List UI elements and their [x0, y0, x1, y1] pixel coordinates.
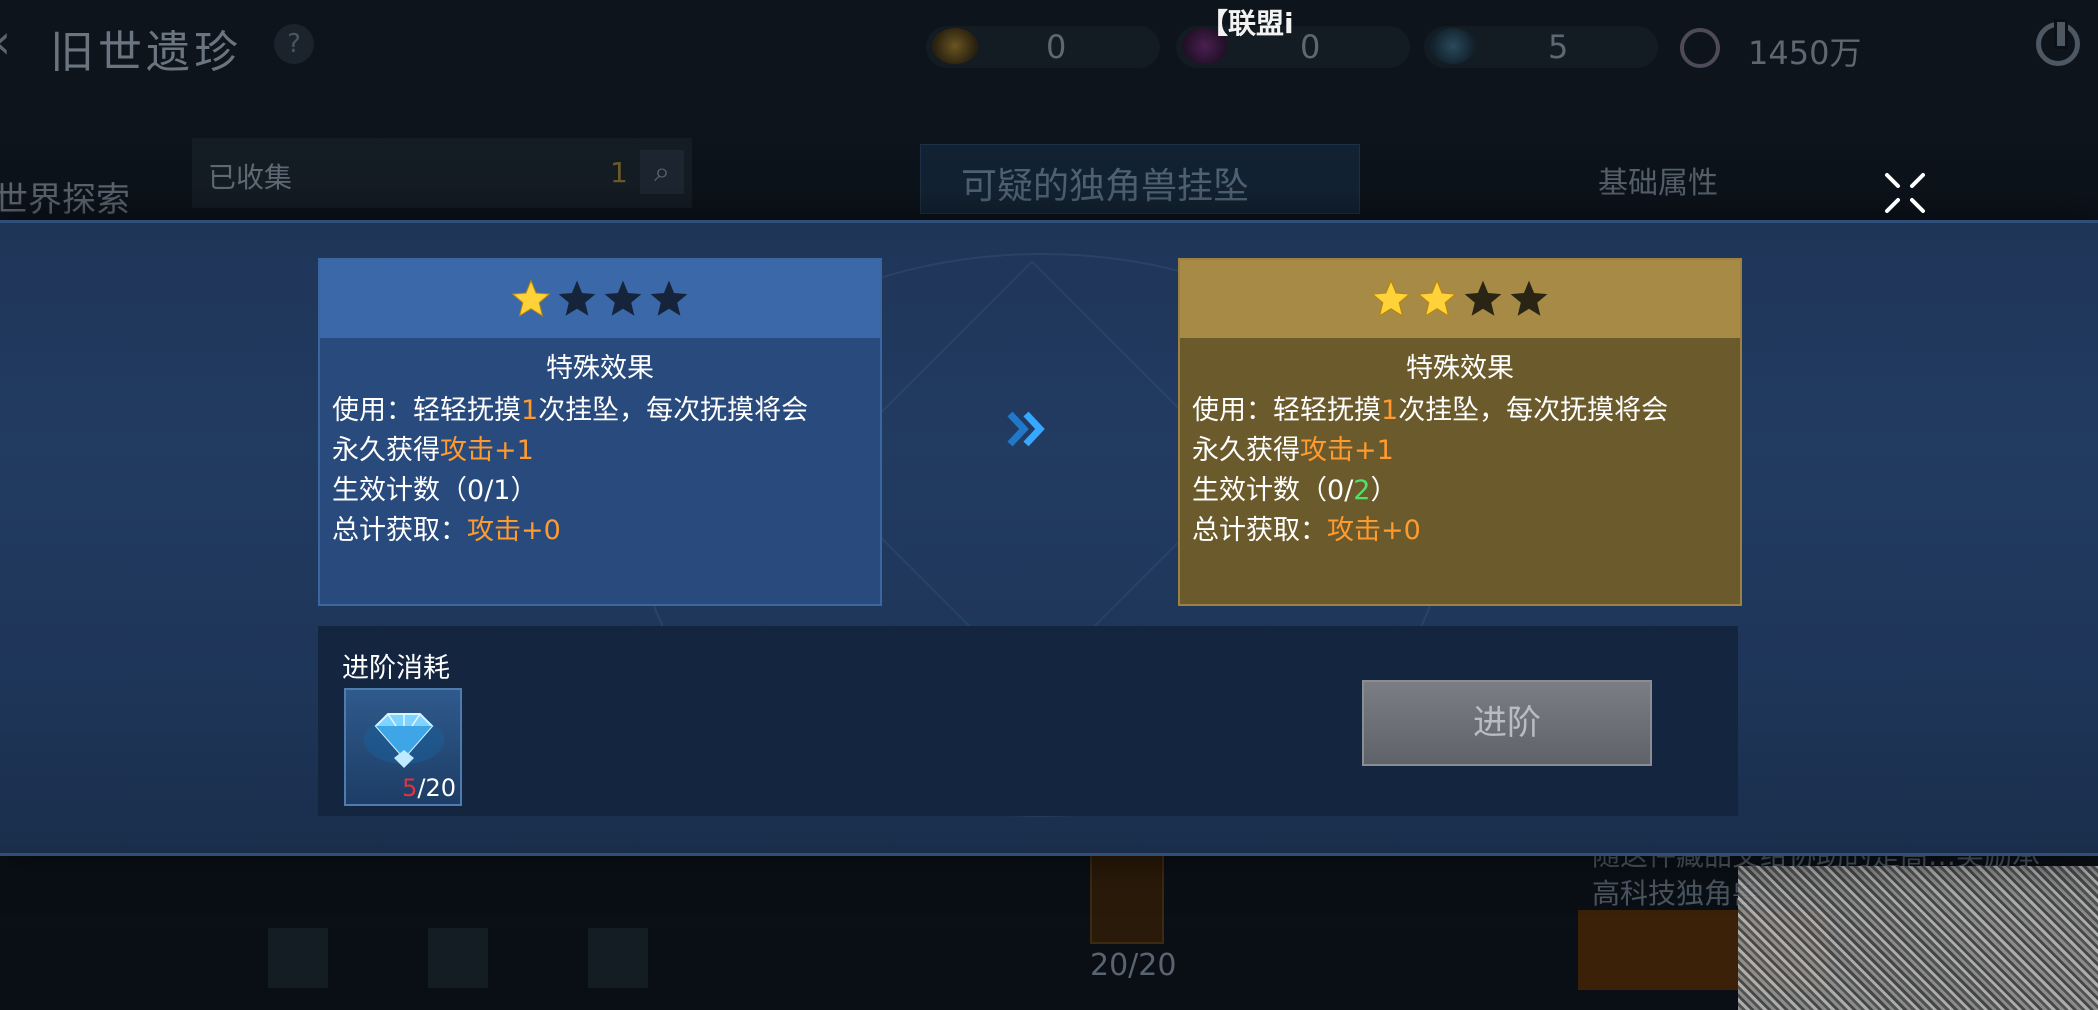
page-title: 旧世遗珍 [50, 27, 242, 78]
item-name: 可疑的独角兽挂坠 [961, 166, 1250, 207]
item-name-box: 可疑的独角兽挂坠 [920, 144, 1360, 214]
effect-total-line: 总计获取：攻击+0 [1192, 511, 1728, 551]
double-chevron-right-icon [1007, 411, 1045, 447]
star-empty-icon [604, 280, 642, 316]
effect-title: 特殊效果 [1406, 353, 1514, 384]
effect-perm-line: 永久获得攻击+1 [1192, 431, 1728, 471]
advance-cost-panel: 进阶消耗 5/20 进阶 [318, 626, 1738, 816]
star-empty-icon [558, 280, 596, 316]
effect-use-line: 使用：轻轻抚摸1次挂坠，每次抚摸将会 [332, 391, 868, 431]
marquee-text: 【联盟i [1200, 7, 1294, 40]
count-suffix: ） [510, 475, 538, 506]
use-prefix: 使用：轻轻抚摸 [1192, 395, 1381, 426]
star-filled-icon [1371, 279, 1411, 317]
collected-count: 1 [610, 156, 628, 189]
resource-purple-value: 0 [1300, 28, 1321, 66]
count-prefix: 生效计数（ [1192, 475, 1327, 506]
perm-prefix: 永久获得 [332, 435, 440, 466]
gem-material-icon [364, 713, 444, 768]
back-arrow-icon[interactable]: ‹ [0, 14, 11, 70]
material-need: /20 [417, 774, 456, 802]
star-rating [1180, 260, 1740, 338]
current-effect-card: 特殊效果 使用：轻轻抚摸1次挂坠，每次抚摸将会 永久获得攻击+1 生效计数（0/… [318, 258, 882, 606]
star-empty-icon [1510, 280, 1548, 316]
effect-count-line: 生效计数（0/1） [332, 471, 868, 511]
perm-value: 攻击+1 [440, 435, 534, 466]
blue-crest-icon [1430, 28, 1476, 64]
material-count: 5/20 [402, 774, 456, 802]
use-number: 1 [521, 395, 539, 426]
effect-title: 特殊效果 [546, 353, 654, 384]
use-suffix: 次挂坠，每次抚摸将会 [1398, 395, 1669, 426]
resource-blue-value: 5 [1548, 28, 1569, 66]
world-explore-tab[interactable]: 世界探索 [0, 172, 130, 221]
bottom-counter: 20/20 [1090, 948, 1177, 983]
next-effect-card: 特殊效果 使用：轻轻抚摸1次挂坠，每次抚摸将会 永久获得攻击+1 生效计数（0/… [1178, 258, 1742, 606]
total-value: 攻击+0 [467, 515, 561, 546]
total-prefix: 总计获取： [332, 515, 467, 546]
advance-button[interactable]: 进阶 [1362, 680, 1652, 766]
total-prefix: 总计获取： [1192, 515, 1327, 546]
power-icon[interactable] [2036, 19, 2080, 66]
effect-count-line: 生效计数（0/2） [1192, 471, 1728, 511]
perm-prefix: 永久获得 [1192, 435, 1300, 466]
material-item-slot[interactable]: 5/20 [344, 688, 462, 806]
count-current: 0 [467, 475, 485, 506]
star-filled-icon [1417, 279, 1457, 317]
help-button[interactable]: ? [274, 24, 314, 64]
use-prefix: 使用：轻轻抚摸 [332, 395, 521, 426]
bottom-pillar [1090, 850, 1164, 944]
count-max: 1 [493, 475, 511, 506]
gold-crest-icon [932, 28, 978, 64]
bottom-slot [428, 928, 488, 988]
star-empty-icon [650, 280, 688, 316]
base-attr-label: 基础属性 [1598, 166, 1718, 201]
count-prefix: 生效计数（ [332, 475, 467, 506]
star-rating [320, 260, 880, 338]
coin-plus-icon [1680, 28, 1720, 68]
count-separator: / [1344, 475, 1354, 506]
collected-label: 已收集 [208, 161, 293, 194]
search-icon[interactable]: ⌕ [640, 150, 684, 194]
count-current: 0 [1327, 475, 1345, 506]
resource-coin-value: 1450万 [1748, 34, 1862, 72]
count-suffix: ） [1370, 475, 1398, 506]
material-have: 5 [402, 774, 418, 802]
effect-total-line: 总计获取：攻击+0 [332, 511, 868, 551]
effect-perm-line: 永久获得攻击+1 [332, 431, 868, 471]
total-value: 攻击+0 [1327, 515, 1421, 546]
count-separator: / [484, 475, 494, 506]
advance-cost-title: 进阶消耗 [342, 653, 450, 684]
perm-value: 攻击+1 [1300, 435, 1394, 466]
description-line: 高科技独角兽 [1592, 877, 1761, 910]
use-number: 1 [1381, 395, 1399, 426]
blurred-watermark [1738, 866, 2098, 1010]
effect-use-line: 使用：轻轻抚摸1次挂坠，每次抚摸将会 [1192, 391, 1728, 431]
count-max: 2 [1353, 475, 1371, 506]
close-icon[interactable] [1882, 170, 1928, 216]
star-filled-icon [511, 279, 551, 317]
bottom-slot [268, 928, 328, 988]
collected-filter: 已收集 1 ⌕ [192, 138, 692, 208]
resource-gold-value: 0 [1046, 28, 1067, 66]
top-bar: ‹ 旧世遗珍 ? 0 0 5 1450万 [0, 0, 2098, 100]
star-empty-icon [1464, 280, 1502, 316]
use-suffix: 次挂坠，每次抚摸将会 [538, 395, 809, 426]
bottom-slot [588, 928, 648, 988]
